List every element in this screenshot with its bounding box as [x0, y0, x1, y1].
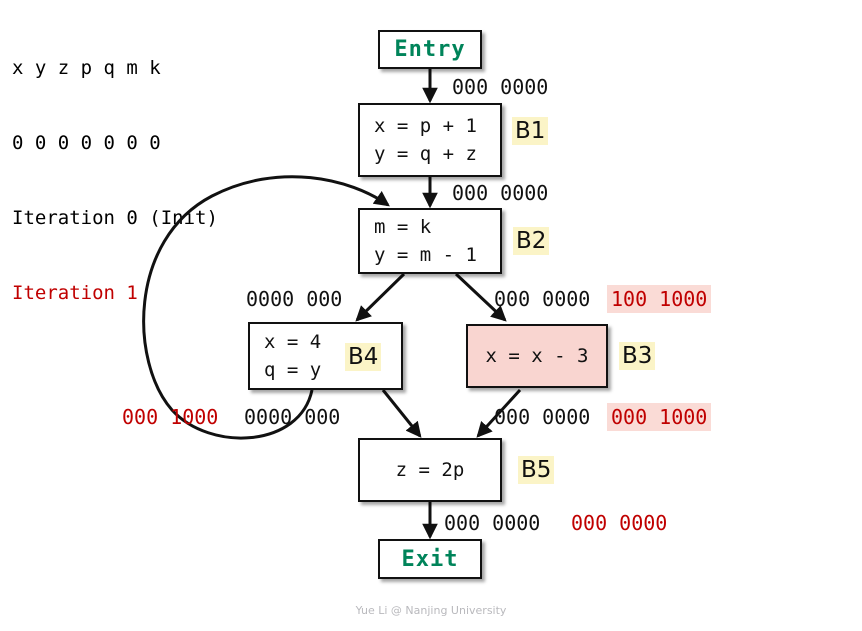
block-id-b5: B5 [518, 456, 555, 484]
block-id-b2: B2 [513, 227, 550, 255]
node-entry[interactable]: Entry [378, 30, 482, 69]
fact-b2-to-b3-black: 000 0000 [494, 287, 591, 311]
node-b5[interactable]: z = 2p [358, 438, 502, 502]
node-b2-stmt-2: y = m - 1 [374, 244, 477, 266]
edge-b4-b5 [381, 389, 422, 438]
node-b2[interactable]: m = k y = m - 1 [358, 208, 502, 274]
node-b5-stmt-1: z = 2p [395, 459, 465, 481]
node-b1-stmt-1: x = p + 1 [374, 115, 477, 137]
legend: x y z p q m k 0 0 0 0 0 0 0 Iteration 0 … [12, 6, 218, 356]
block-id-b3: B3 [619, 342, 656, 370]
fact-b5-out-black: 000 0000 [444, 511, 541, 535]
fact-entry-to-b1: 000 0000 [452, 75, 549, 99]
footer-credit: Yue Li @ Nanjing University [355, 604, 507, 617]
node-b3-stmt-1: x = x - 3 [485, 345, 589, 367]
fact-b3-out-black: 000 0000 [494, 405, 591, 429]
node-b2-stmt-1: m = k [374, 216, 432, 238]
legend-iteration-init: Iteration 0 (Init) [12, 207, 218, 229]
node-b1-stmt-2: y = q + z [374, 143, 477, 165]
node-b3[interactable]: x = x - 3 [466, 324, 608, 388]
node-exit-label: Exit [401, 546, 459, 572]
node-entry-label: Entry [394, 37, 466, 62]
legend-values: 0 0 0 0 0 0 0 [12, 132, 161, 154]
block-id-b1: B1 [512, 117, 549, 145]
node-b1[interactable]: x = p + 1 y = q + z [358, 103, 502, 177]
fact-b2-to-b4: 0000 000 [246, 287, 343, 311]
fact-b4-out-black: 0000 000 [244, 405, 341, 429]
fact-b3-out-red: 000 1000 [607, 403, 712, 431]
node-exit[interactable]: Exit [378, 539, 482, 579]
cfg-dataflow-slide: x y z p q m k 0 0 0 0 0 0 0 Iteration 0 … [0, 0, 862, 631]
fact-b4-out-red: 000 1000 [122, 405, 219, 429]
fact-b2-to-b3-red: 100 1000 [607, 285, 712, 313]
legend-variables: x y z p q m k [12, 57, 161, 79]
edge-b2-b4 [355, 272, 406, 322]
fact-b1-to-b2: 000 0000 [452, 181, 549, 205]
block-id-b4: B4 [345, 343, 382, 371]
fact-b5-out-red: 000 0000 [571, 511, 668, 535]
legend-iteration-one: Iteration 1 [12, 282, 138, 304]
